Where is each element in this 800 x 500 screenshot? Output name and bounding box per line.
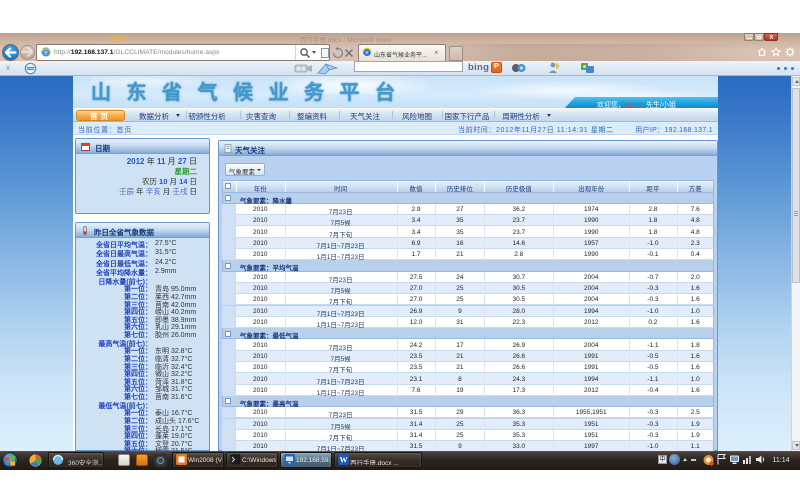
svg-text:e: e <box>366 49 369 56</box>
svg-text:W: W <box>340 456 348 465</box>
